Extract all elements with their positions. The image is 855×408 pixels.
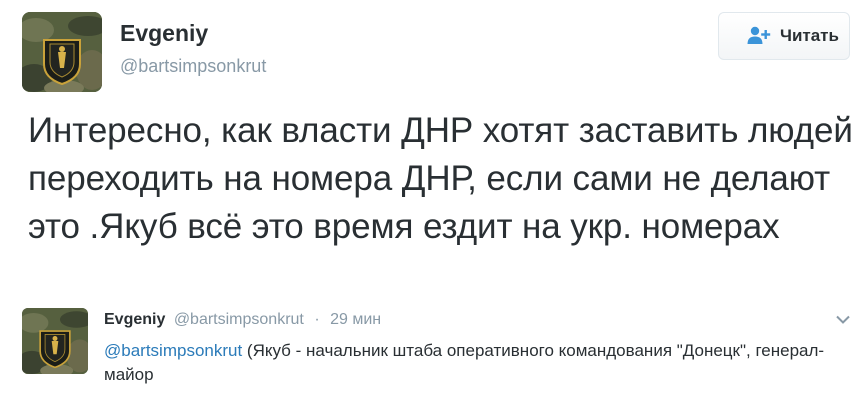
- avatar-camo-icon: [22, 12, 102, 92]
- tweet-text: Интересно, как власти ДНР хотят заставит…: [28, 111, 853, 246]
- follow-person-plus-icon: [747, 25, 771, 47]
- follow-button-label: Читать: [780, 26, 839, 45]
- quoted-author-name[interactable]: Evgeniy: [104, 311, 165, 328]
- tweet-card: Evgeniy @bartsimpsonkrut Читать Интересн…: [0, 0, 855, 408]
- follow-button[interactable]: Читать: [718, 12, 850, 60]
- quoted-author-avatar[interactable]: [22, 308, 88, 374]
- quoted-tweet[interactable]: Evgeniy @bartsimpsonkrut · 29 мин @barts…: [0, 300, 855, 408]
- quoted-author-handle[interactable]: @bartsimpsonkrut: [174, 311, 304, 328]
- quoted-text: @bartsimpsonkrut (Якуб - начальник штаба…: [104, 339, 834, 387]
- chevron-down-icon[interactable]: [836, 312, 850, 324]
- author-handle[interactable]: @bartsimpsonkrut: [120, 55, 266, 77]
- quoted-timestamp[interactable]: 29 мин: [330, 311, 381, 328]
- author-name[interactable]: Evgeniy: [120, 19, 208, 47]
- quoted-header: Evgeniy @bartsimpsonkrut · 29 мин: [104, 310, 381, 330]
- avatar-camo-icon: [22, 308, 88, 374]
- quoted-separator: ·: [314, 311, 320, 328]
- author-avatar[interactable]: [22, 12, 102, 92]
- quoted-mention-link[interactable]: @bartsimpsonkrut: [104, 341, 242, 360]
